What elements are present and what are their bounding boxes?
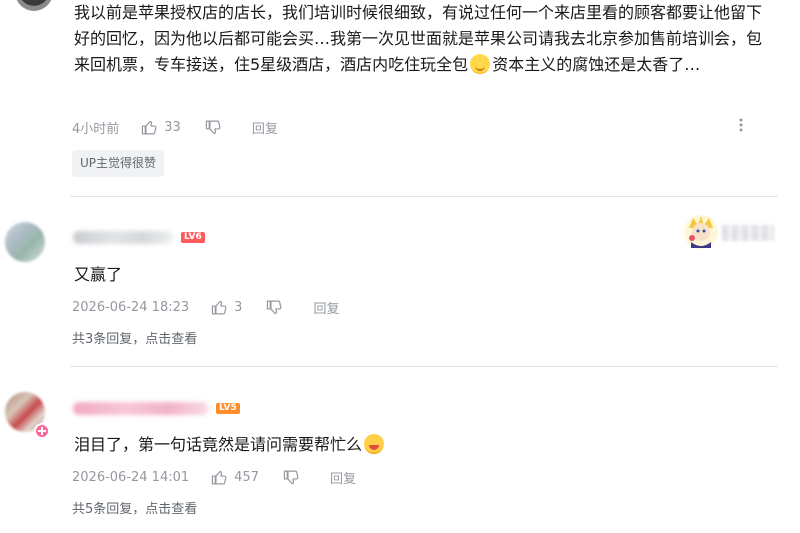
like-count: 457 <box>234 470 259 485</box>
like-button[interactable]: 457 <box>211 469 259 486</box>
thumbs-down-icon <box>267 300 282 315</box>
comment-text: 又赢了 <box>74 265 123 284</box>
username-blurred[interactable] <box>73 231 173 244</box>
view-replies-link[interactable]: 点击查看 <box>145 502 197 517</box>
reply-count-text: 共3条回复， <box>72 332 146 347</box>
level-badge: LV6 <box>181 232 205 243</box>
divider <box>70 196 778 197</box>
comment-text: 我以前是苹果授权店的店长，我们培训时候很细致，有说过任何一个来店里看的顾客都要让… <box>74 0 764 78</box>
comment-time: 2026-06-24 14:01 <box>72 470 190 485</box>
thumbs-up-icon <box>142 120 157 135</box>
smile-emoji-icon <box>470 54 491 74</box>
like-button[interactable]: 33 <box>141 119 181 136</box>
crying-emoji-icon <box>364 434 385 454</box>
fan-medal-icon <box>684 215 718 249</box>
dislike-button[interactable] <box>283 469 306 486</box>
comment-meta: 2026-06-24 18:23 3 回复 <box>72 298 339 317</box>
dislike-button[interactable] <box>205 119 228 136</box>
fan-medal-number-blurred <box>722 225 774 241</box>
up-liked-tag: UP主觉得很赞 <box>72 150 165 177</box>
comment-text-part: 泪目了，第一句话竟然是请问需要帮忙么 <box>74 435 363 454</box>
thumbs-up-icon <box>211 470 227 485</box>
like-count: 3 <box>234 300 243 315</box>
view-replies-link[interactable]: 点击查看 <box>145 332 197 347</box>
view-replies[interactable]: 共5条回复，点击查看 <box>72 498 197 517</box>
view-replies[interactable]: 共3条回复，点击查看 <box>72 328 197 347</box>
user-avatar[interactable] <box>5 222 45 262</box>
thumbs-down-icon <box>283 470 299 485</box>
thumbs-up-icon <box>211 300 227 315</box>
thumbs-down-icon <box>205 120 221 135</box>
like-button[interactable]: 3 <box>211 299 242 316</box>
vip-plus-icon <box>34 423 50 439</box>
divider <box>70 366 778 367</box>
comment-meta: 2026-06-24 14:01 457 回复 <box>72 468 356 487</box>
comment-text-part: 资本主义的腐蚀还是太香了… <box>492 55 701 74</box>
username-blurred[interactable] <box>73 402 208 415</box>
reply-button[interactable]: 回复 <box>313 298 339 317</box>
comment-time: 4小时前 <box>72 122 120 137</box>
reply-button[interactable]: 回复 <box>330 468 356 487</box>
comment-time: 2026-06-24 18:23 <box>72 300 190 315</box>
dislike-button[interactable] <box>266 299 289 316</box>
like-count: 33 <box>164 120 181 135</box>
reply-count-text: 共5条回复， <box>72 502 146 517</box>
comment-meta: 4小时前 33 回复 <box>72 118 278 137</box>
user-avatar[interactable] <box>15 0 53 11</box>
comment-text: 泪目了，第一句话竟然是请问需要帮忙么 <box>74 432 386 458</box>
more-options-icon[interactable] <box>738 117 744 133</box>
level-badge: LV5 <box>216 403 240 414</box>
reply-button[interactable]: 回复 <box>252 118 278 137</box>
